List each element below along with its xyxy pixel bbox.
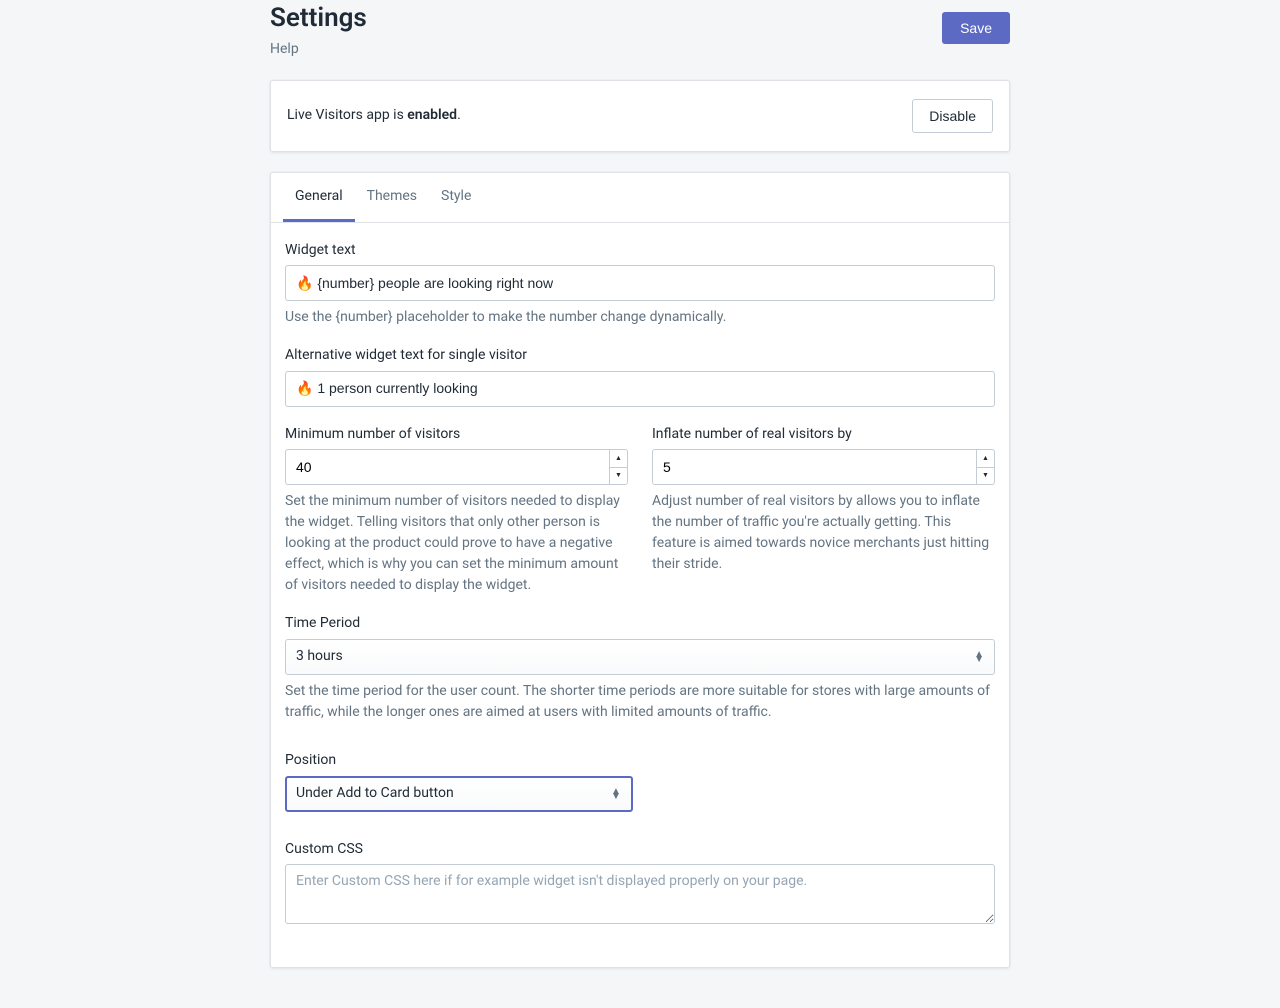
status-text: Live Visitors app is enabled. bbox=[287, 106, 461, 126]
position-select[interactable]: Under Add to Card button ▲▼ bbox=[285, 776, 633, 812]
spinner-up-icon[interactable]: ▲ bbox=[977, 450, 994, 468]
status-state: enabled bbox=[407, 107, 457, 123]
inflate-input-wrap: ▲ ▼ bbox=[652, 449, 995, 485]
custom-css-input[interactable] bbox=[285, 864, 995, 924]
min-visitors-spinners: ▲ ▼ bbox=[609, 450, 627, 484]
widget-text-input[interactable] bbox=[285, 265, 995, 301]
tabs: General Themes Style bbox=[271, 173, 1009, 223]
min-visitors-field: Minimum number of visitors ▲ ▼ Set the m… bbox=[285, 425, 628, 597]
time-period-field: Time Period 3 hours ▲▼ Set the time peri… bbox=[285, 614, 995, 723]
spinner-down-icon[interactable]: ▼ bbox=[610, 468, 627, 485]
time-period-help: Set the time period for the user count. … bbox=[285, 681, 995, 723]
custom-css-field: Custom CSS bbox=[285, 840, 995, 931]
tab-style[interactable]: Style bbox=[429, 173, 483, 222]
settings-card: General Themes Style Widget text Use the… bbox=[270, 172, 1010, 968]
position-value: Under Add to Card button bbox=[296, 784, 454, 804]
inflate-spinners: ▲ ▼ bbox=[976, 450, 994, 484]
help-link[interactable]: Help bbox=[270, 40, 367, 60]
time-period-label: Time Period bbox=[285, 614, 995, 634]
inflate-field: Inflate number of real visitors by ▲ ▼ A… bbox=[652, 425, 995, 597]
alt-text-input[interactable] bbox=[285, 371, 995, 407]
widget-text-label: Widget text bbox=[285, 241, 995, 261]
spinner-down-icon[interactable]: ▼ bbox=[977, 468, 994, 485]
alt-text-field: Alternative widget text for single visit… bbox=[285, 346, 995, 407]
tab-themes[interactable]: Themes bbox=[355, 173, 429, 222]
time-period-value: 3 hours bbox=[296, 647, 343, 667]
status-prefix: Live Visitors app is bbox=[287, 107, 407, 123]
form-body: Widget text Use the {number} placeholder… bbox=[271, 223, 1009, 967]
min-visitors-label: Minimum number of visitors bbox=[285, 425, 628, 445]
custom-css-label: Custom CSS bbox=[285, 840, 995, 860]
widget-text-help: Use the {number} placeholder to make the… bbox=[285, 307, 995, 328]
min-visitors-input[interactable] bbox=[286, 452, 609, 482]
position-label: Position bbox=[285, 751, 633, 771]
select-updown-icon: ▲▼ bbox=[611, 789, 621, 799]
alt-text-label: Alternative widget text for single visit… bbox=[285, 346, 995, 366]
save-button[interactable]: Save bbox=[942, 12, 1010, 44]
min-visitors-help: Set the minimum number of visitors neede… bbox=[285, 491, 628, 596]
position-field: Position Under Add to Card button ▲▼ bbox=[285, 751, 633, 812]
inflate-input[interactable] bbox=[653, 452, 976, 482]
page-header: Settings Help Save bbox=[270, 0, 1010, 60]
status-card: Live Visitors app is enabled. Disable bbox=[270, 80, 1010, 152]
tab-general[interactable]: General bbox=[283, 173, 355, 222]
widget-text-field: Widget text Use the {number} placeholder… bbox=[285, 241, 995, 329]
inflate-help: Adjust number of real visitors by allows… bbox=[652, 491, 995, 575]
min-visitors-input-wrap: ▲ ▼ bbox=[285, 449, 628, 485]
spinner-up-icon[interactable]: ▲ bbox=[610, 450, 627, 468]
status-suffix: . bbox=[457, 107, 461, 123]
inflate-label: Inflate number of real visitors by bbox=[652, 425, 995, 445]
disable-button[interactable]: Disable bbox=[912, 99, 993, 133]
page-title: Settings bbox=[270, 0, 367, 36]
select-updown-icon: ▲▼ bbox=[974, 652, 984, 662]
time-period-select[interactable]: 3 hours ▲▼ bbox=[285, 639, 995, 675]
